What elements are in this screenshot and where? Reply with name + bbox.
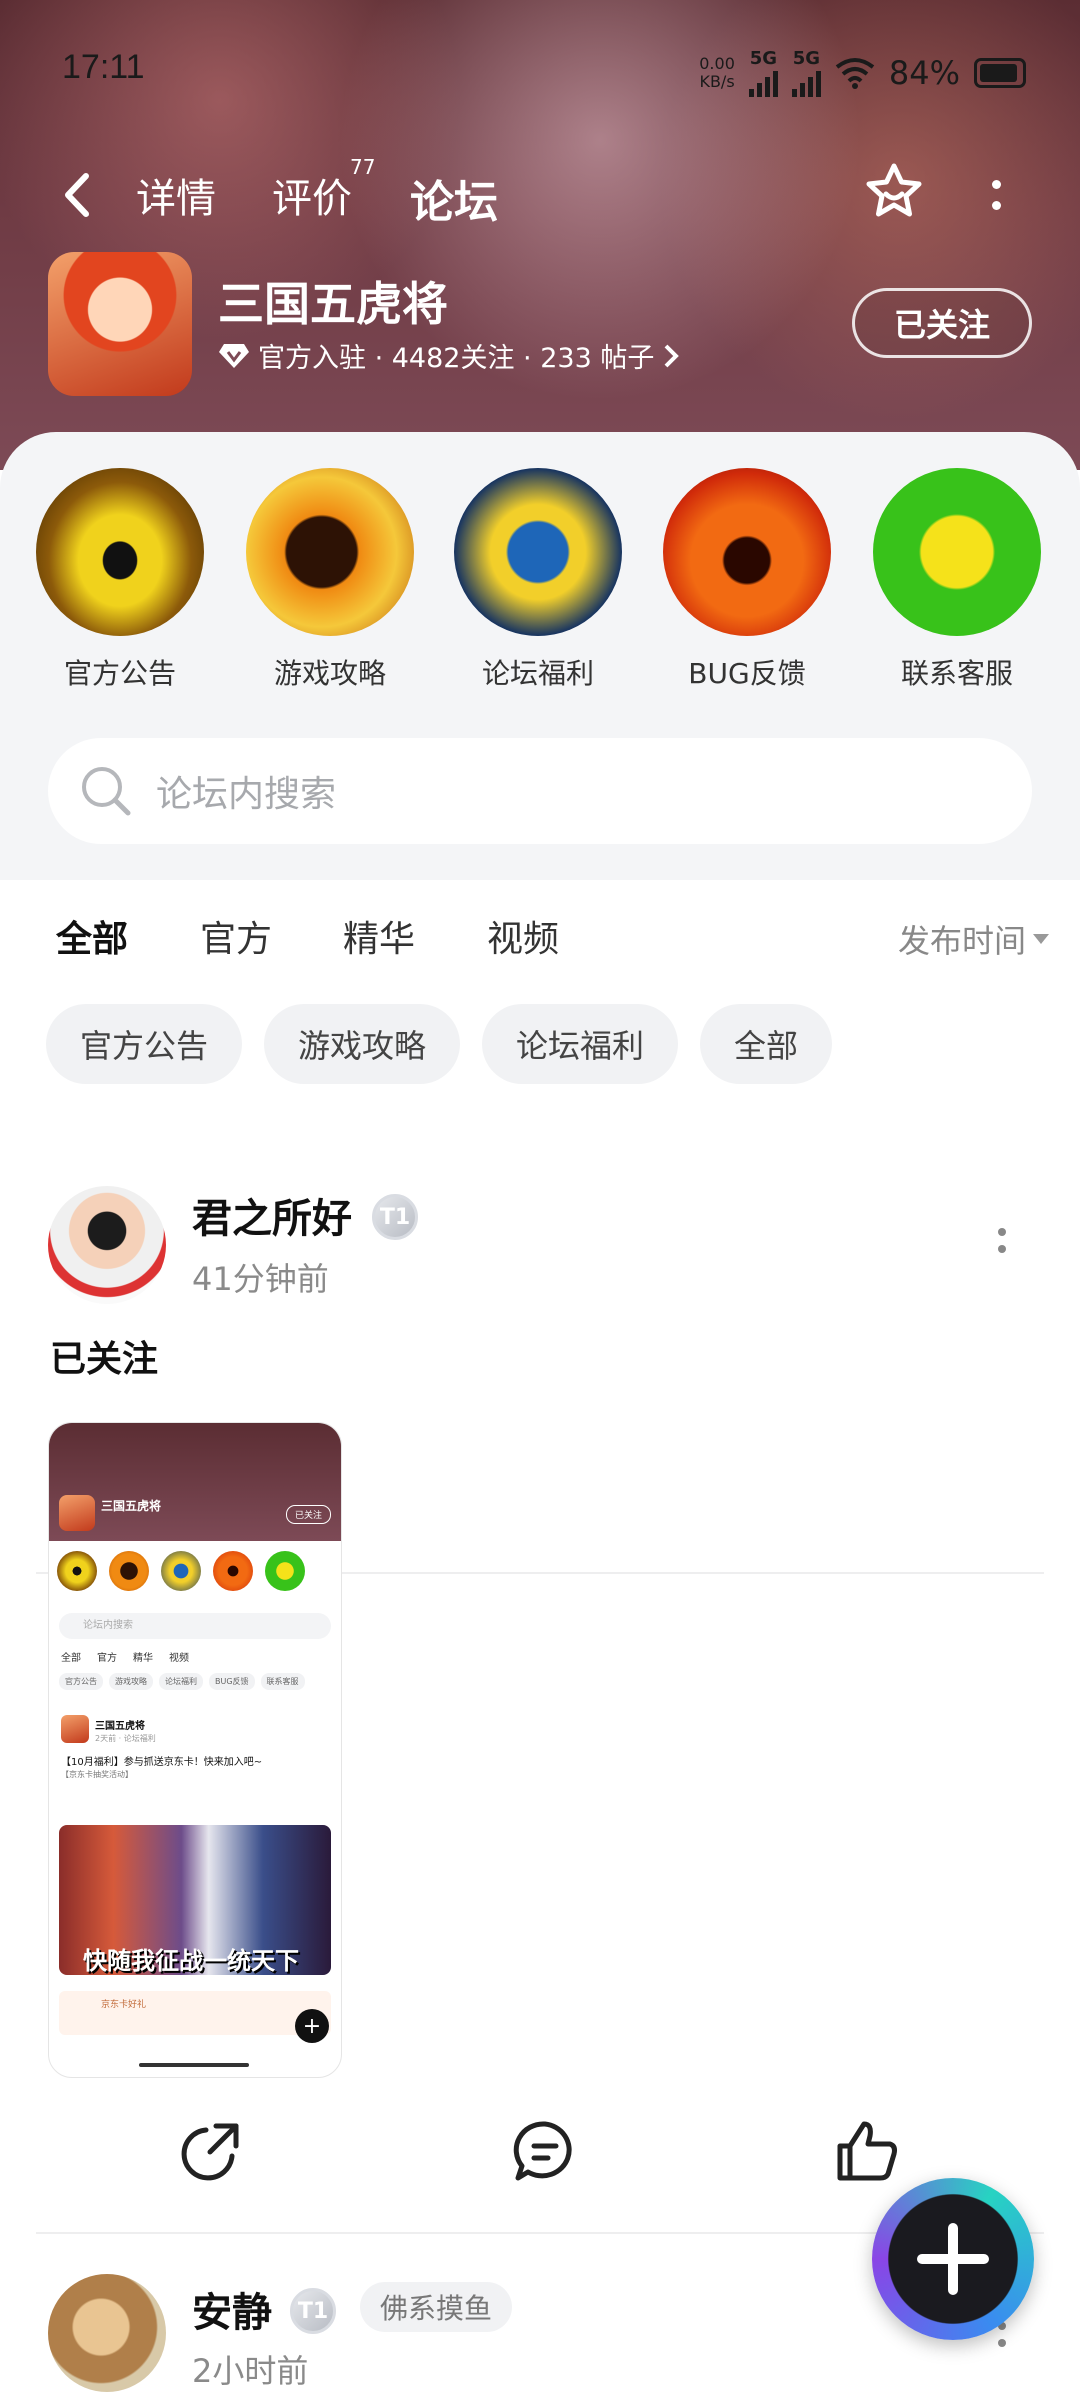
post-more-icon[interactable] — [992, 1228, 1012, 1268]
net-speed: 0.00 KB/s — [699, 53, 735, 91]
new-post-button[interactable] — [872, 2178, 1034, 2340]
search-placeholder: 论坛内搜索 — [156, 774, 337, 815]
post-author[interactable]: 君之所好 — [192, 1186, 352, 1244]
more-options-icon[interactable] — [982, 170, 1010, 220]
status-bar: 17:11 0.00 KB/s 5G 5G 84% — [0, 48, 1080, 98]
search-input[interactable]: 论坛内搜索 — [48, 738, 1032, 844]
chip-welfare[interactable]: 论坛福利 — [482, 1004, 679, 1084]
chevron-right-icon — [664, 344, 680, 367]
quick-link-welfare[interactable]: 论坛福利 — [453, 468, 623, 692]
like-icon[interactable] — [832, 2116, 902, 2186]
review-count-badge: 77 — [350, 155, 376, 179]
chip-announcements[interactable]: 官方公告 — [46, 1004, 243, 1084]
avatar[interactable] — [48, 2274, 166, 2392]
level-badge: T1 — [290, 2288, 336, 2334]
status-icons: 0.00 KB/s 5G 5G 84% — [699, 48, 1026, 97]
back-arrow-icon[interactable] — [56, 170, 96, 220]
forum-name: 三国五虎将 — [218, 277, 448, 331]
quick-link-support[interactable]: 联系客服 — [872, 468, 1042, 692]
avatar[interactable] — [48, 1186, 166, 1304]
tab-forum[interactable]: 论坛 — [404, 166, 504, 240]
post-actions — [0, 2116, 1080, 2196]
quick-link-announcements[interactable]: 官方公告 — [35, 468, 205, 692]
guide-icon — [246, 468, 414, 636]
signal-bars-icon — [791, 69, 821, 97]
sort-dropdown[interactable]: 发布时间 — [898, 916, 1050, 962]
post-image[interactable]: 三国五虎将 已关注 论坛内搜索 全部 官方 精华 视频 官方公告 游戏攻略 论坛… — [48, 1422, 342, 2078]
filter-tab-featured[interactable]: 精华 — [343, 910, 415, 962]
chip-guides[interactable]: 游戏攻略 — [264, 1004, 461, 1084]
tab-details[interactable]: 详情 — [136, 166, 216, 224]
filter-tabs: 全部 官方 精华 视频 发布时间 — [0, 910, 1080, 970]
post-title[interactable]: 已关注 — [50, 1330, 158, 1382]
tab-reviews[interactable]: 评价 — [272, 166, 352, 224]
filter-tab-official[interactable]: 官方 — [200, 910, 272, 962]
battery-icon — [974, 57, 1026, 88]
post-author[interactable]: 安静 — [192, 2280, 272, 2338]
search-icon — [82, 767, 131, 816]
forum-content: 官方公告 游戏攻略 论坛福利 BUG反馈 联系客服 论坛内搜索 全部 官方 精华… — [0, 432, 1080, 2400]
eye-icon — [36, 468, 204, 636]
forum-meta[interactable]: 官方入驻 · 4482关注 · 233 帖子 — [218, 336, 680, 375]
pumpkin-icon — [663, 468, 831, 636]
plus-cross-icon — [873, 468, 1041, 636]
battery-percent: 84% — [888, 53, 960, 92]
share-icon[interactable] — [176, 2116, 246, 2186]
signal-2: 5G — [791, 48, 821, 97]
quick-links: 官方公告 游戏攻略 论坛福利 BUG反馈 联系客服 — [0, 468, 1080, 698]
sort-label: 发布时间 — [897, 922, 1026, 960]
follow-button[interactable]: 已关注 — [852, 288, 1032, 358]
star-icon[interactable] — [862, 160, 926, 224]
forum-stats: 官方入驻 · 4482关注 · 233 帖子 — [258, 343, 655, 374]
status-time: 17:11 — [62, 48, 145, 86]
signal-1: 5G — [748, 48, 778, 97]
post-time: 41分钟前 — [192, 1260, 329, 1298]
user-title-tag: 佛系摸鱼 — [360, 2282, 513, 2332]
signal-bars-icon — [748, 69, 778, 97]
plus-icon — [917, 2223, 989, 2295]
gift-icon — [454, 468, 622, 636]
quick-link-guides[interactable]: 游戏攻略 — [245, 468, 415, 692]
filter-tab-video[interactable]: 视频 — [487, 910, 559, 962]
level-badge: T1 — [372, 1194, 418, 1240]
wifi-icon — [835, 57, 875, 89]
caret-down-icon — [1033, 934, 1049, 944]
quick-link-bug-report[interactable]: BUG反馈 — [662, 468, 832, 692]
filter-tab-all[interactable]: 全部 — [56, 910, 129, 966]
forum-app-icon — [48, 252, 192, 396]
chip-all[interactable]: 全部 — [700, 1004, 833, 1084]
comment-icon[interactable] — [510, 2116, 580, 2186]
post-time: 2小时前 — [192, 2352, 309, 2390]
diamond-icon — [219, 343, 249, 368]
category-chips: 官方公告 游戏攻略 论坛福利 全部 — [46, 1004, 833, 1084]
